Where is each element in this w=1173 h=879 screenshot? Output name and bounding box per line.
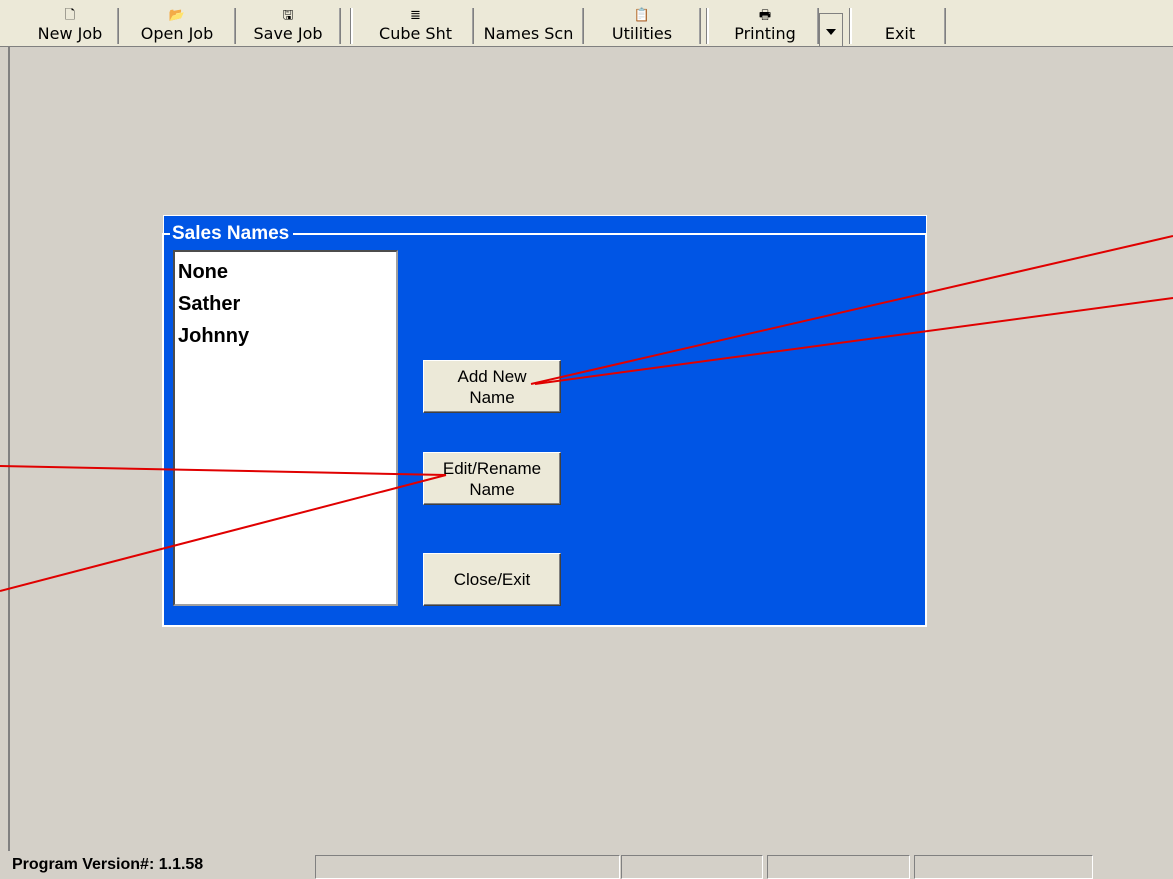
- status-panel: [767, 855, 910, 879]
- annotation-line: [534, 297, 1173, 385]
- status-panel: [621, 855, 763, 879]
- program-version: Program Version#: 1.1.58: [12, 856, 204, 873]
- annotation-line: [0, 465, 447, 476]
- status-panel: [914, 855, 1093, 879]
- annotation-line: [0, 474, 447, 592]
- status-panel: [315, 855, 620, 879]
- annotation-lines: [0, 235, 1173, 592]
- status-bar: Program Version#: 1.1.58: [0, 852, 1173, 879]
